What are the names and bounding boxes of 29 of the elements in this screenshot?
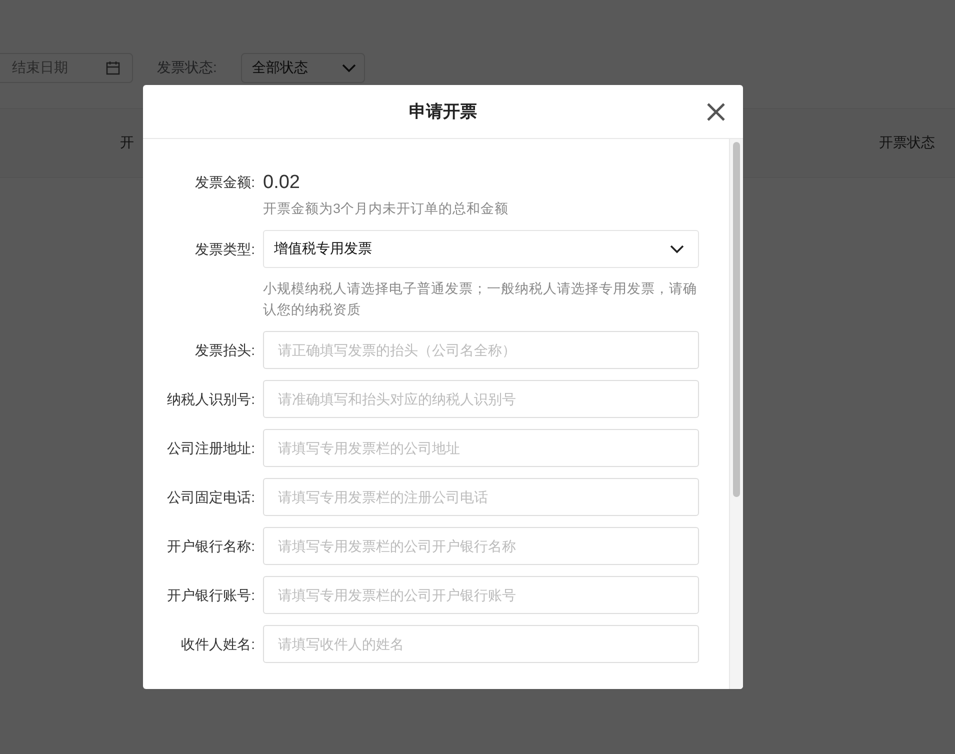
field-label: 发票金额: — [194, 173, 256, 192]
input-field[interactable]: 请填写收件人的姓名 — [263, 625, 699, 663]
column-header: 开 — [120, 134, 134, 152]
dialog-title: 申请开票 — [409, 101, 477, 123]
field-label: 开户银行名称: — [166, 537, 256, 556]
scrollbar-thumb[interactable] — [733, 142, 740, 497]
field-label: 纳税人识别号: — [166, 390, 256, 409]
field-label: 公司固定电话: — [166, 488, 256, 507]
input-field[interactable]: 请填写专用发票栏的公司地址 — [263, 429, 699, 467]
status-select[interactable]: 全部状态 — [240, 53, 365, 83]
input-field[interactable]: 请填写专用发票栏的公司开户银行账号 — [263, 576, 699, 614]
column-header: 开票状态 — [879, 134, 935, 152]
field-label: 发票类型: — [194, 240, 256, 259]
hint-text: 开票金额为3个月内未开订单的总和金额 — [263, 200, 510, 218]
chevron-down-icon — [670, 244, 684, 254]
field-label: 发票抬头: — [194, 341, 256, 360]
field-label: 公司注册地址: — [166, 439, 256, 458]
field-label: 收件人姓名: — [180, 635, 256, 654]
calendar-icon — [106, 61, 120, 75]
status-filter-label: 发票状态: — [157, 59, 217, 77]
invoice-type-select[interactable]: 增值税专用发票 — [263, 230, 699, 268]
chevron-down-icon — [342, 64, 356, 72]
field-label: 开户银行账号: — [166, 586, 256, 605]
amount-value: 0.02 — [263, 172, 301, 194]
input-field[interactable]: 请填写专用发票栏的注册公司电话 — [263, 478, 699, 516]
input-field[interactable]: 请准确填写和抬头对应的纳税人识别号 — [263, 380, 699, 418]
input-field[interactable]: 请填写专用发票栏的公司开户银行名称 — [263, 527, 699, 565]
hint-text: 小规模纳税人请选择电子普通发票；一般纳税人请选择专用发票，请确认您的纳税资质 — [263, 280, 698, 319]
input-field[interactable]: 请正确填写发票的抬头（公司名全称） — [263, 331, 699, 369]
